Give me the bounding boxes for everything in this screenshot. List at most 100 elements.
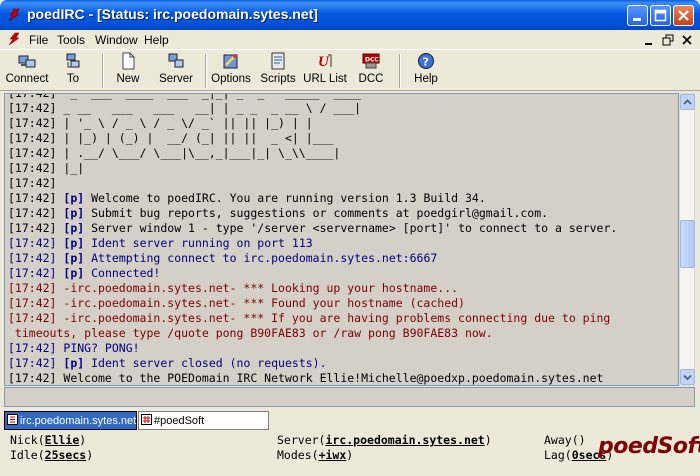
log-text: Attempting connect to irc.poedomain.syte… (91, 251, 438, 265)
scripts-icon (271, 52, 285, 70)
log-timestamp: [17:42] (8, 371, 57, 385)
title-bar[interactable]: poedIRC - [Status: irc.poedomain.sytes.n… (0, 0, 700, 30)
window-tabs: irc.poedomain.sytes.net #poedSoft (0, 409, 700, 431)
new-document-icon (122, 52, 135, 70)
log-timestamp: [17:42] (8, 191, 57, 205)
log-text: _ ___ ____ ___ _|_| _ _ _____ ____ (56, 93, 362, 100)
child-minimize-icon[interactable] (643, 34, 655, 46)
maximize-button[interactable] (650, 5, 671, 26)
log-text: -irc.poedomain.sytes.net- *** Found your… (56, 296, 465, 310)
dcc-button[interactable]: DCC DCC (356, 52, 386, 90)
toolbar: Connect To New Server Options Scripts U … (0, 49, 700, 91)
status-modes: Modes(+iwx) (277, 448, 354, 462)
status-nick: Nick(Ellie) (10, 433, 87, 447)
log-line: [17:42] | |_) | (_) | __/ (_| || || _ <|… (8, 131, 617, 146)
log-timestamp: [17:42] (8, 311, 57, 325)
log-tag: [p] (63, 221, 85, 235)
log-line: [17:42] [p] Ident server running on port… (8, 236, 617, 251)
menu-bar: File Tools Window Help (0, 30, 700, 49)
menu-tools[interactable]: Tools (57, 33, 85, 47)
log-line: [17:42] _ __ ___ ___ __| | _ _ _ __ \ / … (8, 101, 617, 116)
log-text: Server window 1 - type '/server <servern… (91, 221, 618, 235)
help-button[interactable]: ? Help (408, 52, 444, 90)
status-tab-icon (7, 414, 18, 425)
log-timestamp: [17:42] (8, 296, 57, 310)
log-scrollbar[interactable] (679, 93, 695, 386)
log-text: Welcome to poedIRC. You are running vers… (91, 191, 486, 205)
connect-button[interactable]: Connect (4, 52, 50, 90)
url-list-button[interactable]: U URL List (302, 52, 348, 90)
log-line: timeouts, please type /quote pong B90FAE… (8, 326, 617, 341)
child-restore-icon[interactable] (662, 34, 674, 46)
log-text: | '_ \ / _ \ / _ \/ _` || || |_) | | (56, 116, 313, 130)
log-timestamp: [17:42] (8, 356, 57, 370)
options-icon (223, 54, 238, 69)
log-timestamp: [17:42] (8, 131, 57, 145)
log-line: [17:42] [p] Server window 1 - type '/ser… (8, 221, 617, 236)
log-text: Submit bug reports, suggestions or comme… (91, 206, 549, 220)
new-button[interactable]: New (110, 52, 146, 90)
log-tag: [p] (63, 236, 85, 250)
tab-channel[interactable]: #poedSoft (138, 411, 269, 430)
log-text: Ident server closed (no requests). (91, 356, 327, 370)
window-title: poedIRC - [Status: irc.poedomain.sytes.n… (27, 6, 318, 22)
log-timestamp: [17:42] (8, 161, 57, 175)
scripts-button[interactable]: Scripts (258, 52, 298, 90)
log-text: PING? PONG! (56, 341, 140, 355)
connect-to-icon (66, 53, 80, 68)
poedsoft-logo: poedSoft (598, 434, 700, 459)
log-text: _ __ ___ ___ __| | _ _ _ __ \ / ___| (56, 101, 362, 115)
log-tag: [p] (63, 191, 85, 205)
log-timestamp: [17:42] (8, 116, 57, 130)
status-idle: Idle(25secs) (10, 448, 94, 462)
message-input[interactable] (4, 387, 695, 407)
log-text: | .__/ \___/ \___|\__,_|___|_| \_\\____| (56, 146, 341, 160)
options-button[interactable]: Options (209, 52, 253, 90)
server-icon (168, 53, 184, 68)
toolbar-separator (205, 54, 207, 88)
scroll-down-button[interactable] (680, 369, 695, 385)
log-timestamp: [17:42] (8, 101, 57, 115)
log-line: [17:42] -irc.poedomain.sytes.net- *** Fo… (8, 296, 617, 311)
log-line: [17:42] PING? PONG! (8, 341, 617, 356)
log-line: [17:42] [p] Ident server closed (no requ… (8, 356, 617, 371)
tab-status[interactable]: irc.poedomain.sytes.net (4, 411, 137, 430)
log-text: Welcome to the POEDomain IRC Network Ell… (56, 371, 604, 385)
svg-text:DCC: DCC (365, 57, 379, 64)
menu-window[interactable]: Window (95, 33, 138, 47)
menu-file[interactable]: File (29, 33, 48, 47)
log-tag: [p] (63, 266, 85, 280)
svg-text:?: ? (423, 56, 429, 69)
chevron-up-icon (683, 99, 692, 105)
minimize-button[interactable] (627, 5, 648, 26)
log-text: Connected! (91, 266, 161, 280)
status-log[interactable]: [17:42] _ ___ ____ ___ _|_| _ _ _____ __… (4, 93, 679, 386)
app-menu-icon[interactable] (7, 32, 21, 47)
log-line: [17:42] | '_ \ / _ \ / _ \/ _` || || |_)… (8, 116, 617, 131)
help-icon: ? (418, 53, 434, 69)
connect-to-button[interactable]: To (54, 52, 92, 90)
server-button[interactable]: Server (154, 52, 198, 90)
log-line: [17:42] _ ___ ____ ___ _|_| _ _ _____ __… (8, 93, 617, 101)
log-line: [17:42] -irc.poedomain.sytes.net- *** If… (8, 311, 617, 326)
log-text: -irc.poedomain.sytes.net- *** If you are… (56, 311, 611, 325)
log-text: | |_) | (_) | __/ (_| || || _ <| |___ (56, 131, 334, 145)
log-line: [17:42] | .__/ \___/ \___|\__,_|___|_| \… (8, 146, 617, 161)
log-text: |_| (56, 161, 85, 175)
log-timestamp: [17:42] (8, 281, 57, 295)
log-timestamp: [17:42] (8, 93, 57, 100)
close-button[interactable] (673, 5, 694, 26)
log-timestamp: [17:42] (8, 341, 57, 355)
toolbar-separator (102, 54, 104, 88)
log-line: [17:42] -irc.poedomain.sytes.net- *** Lo… (8, 281, 617, 296)
toolbar-separator (399, 54, 401, 88)
scroll-up-button[interactable] (680, 94, 695, 110)
scroll-thumb[interactable] (680, 220, 695, 268)
log-line: [17:42] [p] Attempting connect to irc.po… (8, 251, 617, 266)
log-tag: [p] (63, 356, 85, 370)
log-timestamp: [17:42] (8, 146, 57, 160)
child-close-icon[interactable] (681, 34, 693, 46)
log-line: [17:42] [p] Submit bug reports, suggesti… (8, 206, 617, 221)
log-line: [17:42] [p] Connected! (8, 266, 617, 281)
menu-help[interactable]: Help (144, 33, 169, 47)
